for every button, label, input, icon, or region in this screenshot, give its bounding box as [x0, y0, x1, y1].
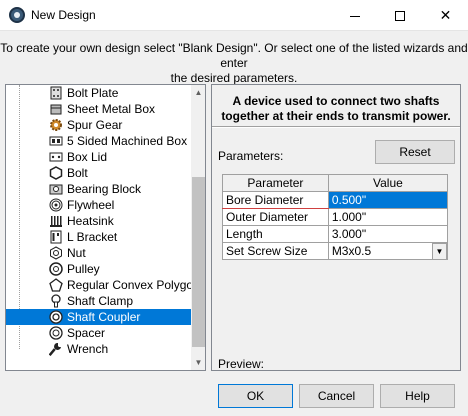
list-item-label: Heatsink — [67, 214, 114, 228]
parameter-value-input[interactable]: 1.000" — [327, 208, 449, 226]
scroll-down-arrow-icon[interactable]: ▼ — [191, 355, 205, 370]
title-bar: New Design ✕ — [0, 0, 468, 31]
bolt-icon — [49, 166, 63, 180]
list-item-label: Bearing Block — [67, 182, 142, 196]
maximize-button[interactable] — [377, 0, 422, 31]
list-item[interactable]: 5 Sided Machined Box — [6, 133, 191, 149]
parameter-name: Length — [222, 225, 329, 243]
scrollbar-thumb[interactable] — [192, 177, 205, 347]
app-icon — [9, 7, 25, 23]
list-item[interactable]: Wrench — [6, 341, 191, 357]
reset-button[interactable]: Reset — [375, 140, 455, 164]
details-panel: A device used to connect two shafts toge… — [211, 84, 461, 371]
l-bracket-icon — [50, 230, 62, 244]
preview-label: Preview: — [218, 357, 265, 371]
wizard-description: A device used to connect two shafts toge… — [212, 94, 460, 124]
minimize-icon — [349, 15, 360, 17]
list-item-label: Bolt Plate — [67, 86, 119, 100]
list-item-label: Flywheel — [67, 198, 115, 212]
bearing-block-icon — [49, 184, 63, 195]
table-row[interactable]: Set Screw Size M3x0.5 ▼ — [222, 242, 449, 260]
set-screw-size-select[interactable]: M3x0.5 ▼ — [327, 242, 449, 260]
list-item-label: Bolt — [67, 166, 88, 180]
parameter-name: Outer Diameter — [222, 208, 329, 226]
list-item[interactable]: Spacer — [6, 325, 191, 341]
list-item-label: Spur Gear — [67, 118, 123, 132]
description-line: A device used to connect two shafts — [232, 94, 440, 108]
table-row[interactable]: Outer Diameter 1.000" — [222, 208, 449, 226]
wizard-list[interactable]: Bolt Plate Sheet Metal Box Spur Gear 5 S… — [5, 84, 206, 371]
bolt-plate-icon — [50, 86, 62, 100]
parameter-name: Bore Diameter — [222, 191, 329, 209]
list-item[interactable]: Flywheel — [6, 197, 191, 213]
list-item-label: Pulley — [67, 262, 100, 276]
spacer-icon — [49, 326, 63, 340]
column-header-parameter: Parameter — [222, 174, 329, 192]
list-item[interactable]: Box Lid — [6, 149, 191, 165]
column-header-value: Value — [327, 174, 449, 192]
instructions-line: To create your own design select "Blank … — [0, 41, 468, 70]
flywheel-icon — [49, 198, 63, 212]
parameter-value-input[interactable]: 0.500" — [327, 191, 449, 209]
machined-box-icon — [49, 136, 63, 146]
select-wrapper: M3x0.5 ▼ — [331, 243, 447, 260]
parameters-label: Parameters: — [218, 149, 284, 163]
minimize-button[interactable] — [332, 0, 377, 31]
divider — [212, 126, 460, 128]
list-item[interactable]: Nut — [6, 245, 191, 261]
help-button[interactable]: Help — [380, 384, 455, 408]
shaft-coupler-icon — [49, 310, 63, 324]
list-item-label: Sheet Metal Box — [67, 102, 156, 116]
pulley-icon — [49, 262, 63, 276]
description-line: together at their ends to transmit power… — [221, 109, 451, 123]
sheet-metal-box-icon — [50, 104, 62, 115]
list-item[interactable]: Bolt — [6, 165, 191, 181]
spur-gear-icon — [50, 119, 62, 131]
maximize-icon — [394, 11, 405, 22]
window-title: New Design — [31, 8, 96, 22]
polygon-icon — [49, 278, 63, 292]
list-item[interactable]: Bearing Block — [6, 181, 191, 197]
list-item-label: Spacer — [67, 326, 106, 340]
list-scrollbar[interactable]: ▲ ▼ — [191, 85, 205, 370]
list-item-label: Regular Convex Polygon — [67, 278, 200, 292]
list-item[interactable]: Bolt Plate — [6, 85, 191, 101]
instructions: To create your own design select "Blank … — [0, 41, 468, 86]
select-value: M3x0.5 — [331, 244, 372, 258]
chevron-down-icon[interactable]: ▼ — [432, 243, 447, 260]
list-item[interactable]: L Bracket — [6, 229, 191, 245]
list-item-label: Wrench — [67, 342, 109, 356]
grid-header-row: Parameter Value — [222, 174, 449, 192]
list-item-label: Shaft Coupler — [67, 310, 141, 324]
parameter-name: Set Screw Size — [222, 242, 329, 260]
parameters-grid: Parameter Value Bore Diameter 0.500" Out… — [222, 174, 449, 260]
list-item-label: L Bracket — [67, 230, 118, 244]
list-item[interactable]: Sheet Metal Box — [6, 101, 191, 117]
list-item-label: 5 Sided Machined Box — [67, 134, 188, 148]
close-icon: ✕ — [439, 7, 452, 23]
shaft-clamp-icon — [51, 294, 61, 308]
list-item[interactable]: Shaft Clamp — [6, 293, 191, 309]
list-item-label: Shaft Clamp — [67, 294, 134, 308]
list-item-label: Nut — [67, 246, 86, 260]
list-item[interactable]: Shaft Coupler — [6, 309, 191, 325]
scroll-up-arrow-icon[interactable]: ▲ — [191, 85, 205, 100]
cancel-button[interactable]: Cancel — [299, 384, 374, 408]
close-button[interactable]: ✕ — [423, 0, 468, 31]
box-lid-icon — [49, 152, 63, 162]
wrench-icon — [49, 342, 61, 356]
list-item[interactable]: Spur Gear — [6, 117, 191, 133]
list-item[interactable]: Heatsink — [6, 213, 191, 229]
table-row[interactable]: Length 3.000" — [222, 225, 449, 243]
parameter-value-input[interactable]: 3.000" — [327, 225, 449, 243]
list-item[interactable]: Regular Convex Polygon — [6, 277, 200, 293]
nut-icon — [50, 246, 62, 260]
table-row[interactable]: Bore Diameter 0.500" — [222, 191, 449, 209]
list-item[interactable]: Pulley — [6, 261, 191, 277]
list-item-label: Box Lid — [67, 150, 108, 164]
heatsink-icon — [50, 216, 62, 227]
ok-button[interactable]: OK — [218, 384, 293, 408]
